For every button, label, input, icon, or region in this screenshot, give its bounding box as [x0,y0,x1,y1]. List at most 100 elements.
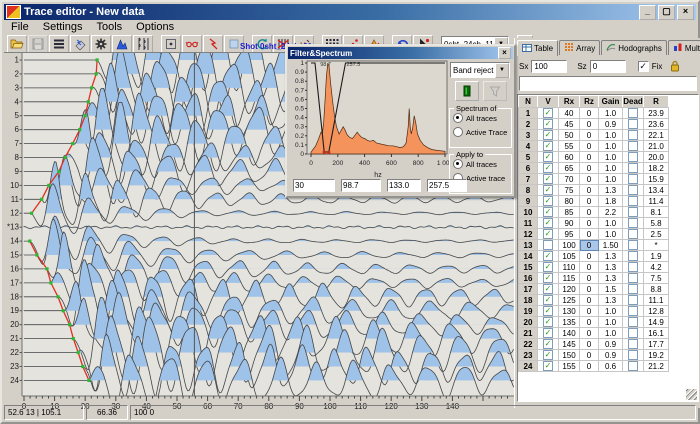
cell-dead[interactable] [623,196,644,207]
pick-marker[interactable] [62,309,65,312]
v-checkbox[interactable]: ✓ [543,339,553,349]
cell-rx[interactable]: 140 [559,328,580,339]
cell-n[interactable]: 1 [519,108,538,119]
dead-checkbox[interactable] [628,328,638,338]
column-header-rz[interactable]: Rz [580,96,599,108]
cell-v[interactable]: ✓ [538,317,559,328]
cell-rx[interactable]: 90 [559,218,580,229]
cell-rx[interactable]: 40 [559,108,580,119]
dead-checkbox[interactable] [628,152,638,162]
cell-rz[interactable]: 0 [580,317,599,328]
v-checkbox[interactable]: ✓ [543,218,553,228]
pick-marker[interactable] [71,142,74,145]
pick-settings-button[interactable] [91,35,111,54]
band-edge-marker[interactable] [327,151,330,154]
v-checkbox[interactable]: ✓ [543,295,553,305]
cell-n[interactable]: 16 [519,273,538,284]
cell-rx[interactable]: 105 [559,251,580,262]
column-header-n[interactable]: N [519,96,538,108]
pick-marker[interactable] [47,184,50,187]
cell-rz[interactable]: 0 [580,152,599,163]
cell-rz[interactable]: 0 [580,141,599,152]
sz-input[interactable] [590,60,626,73]
dead-checkbox[interactable] [628,174,638,184]
dead-checkbox[interactable] [628,119,638,129]
dialog-close-icon[interactable]: × [498,47,511,59]
cell-n[interactable]: 14 [519,251,538,262]
cell-rz[interactable]: 0 [580,350,599,361]
trace-display-button[interactable] [49,35,69,54]
cell-r[interactable]: 1.9 [644,251,669,262]
cell-rz[interactable]: 0 [580,273,599,284]
menu-tools[interactable]: Tools [89,21,129,33]
tab-array[interactable]: Array [559,40,600,55]
cell-gain[interactable]: 1.0 [599,130,623,141]
dead-checkbox[interactable] [628,196,638,206]
cell-rz[interactable]: 0 [580,196,599,207]
cell-n[interactable]: 20 [519,317,538,328]
pick-marker[interactable] [84,114,87,117]
tab-hodographs[interactable]: Hodographs [601,40,667,55]
cell-n[interactable]: 18 [519,295,538,306]
cell-gain[interactable]: 0.9 [599,339,623,350]
cell-gain[interactable]: 0.9 [599,119,623,130]
v-checkbox[interactable]: ✓ [543,163,553,173]
pick-marker[interactable] [63,156,66,159]
cell-rz[interactable]: 0 [580,262,599,273]
cell-n[interactable]: 10 [519,207,538,218]
filter-type-select[interactable]: Band reject ▼ [450,62,510,78]
dead-checkbox[interactable] [628,317,638,327]
cell-rx[interactable]: 125 [559,295,580,306]
cell-rz[interactable]: 0 [580,207,599,218]
cell-rx[interactable]: 70 [559,174,580,185]
cell-rx[interactable]: 50 [559,130,580,141]
cell-dead[interactable] [623,361,644,372]
maximize-button[interactable]: ▢ [658,5,675,20]
v-checkbox[interactable]: ✓ [543,273,553,283]
cell-rz[interactable]: 0 [580,218,599,229]
cell-r[interactable]: 15.9 [644,174,669,185]
cell-v[interactable]: ✓ [538,119,559,130]
cell-rz[interactable]: 0 [580,130,599,141]
cell-r[interactable]: 21.0 [644,141,669,152]
pick-marker[interactable] [95,72,98,75]
cell-v[interactable]: ✓ [538,207,559,218]
cell-dead[interactable] [623,240,644,251]
column-header-rx[interactable]: Rx [559,96,580,108]
pick-marker[interactable] [35,253,38,256]
column-header-r[interactable]: R [644,96,669,108]
cell-n[interactable]: 5 [519,152,538,163]
pick-marker[interactable] [90,86,93,89]
cell-gain[interactable]: 1.5 [599,284,623,295]
v-checkbox[interactable]: ✓ [543,119,553,129]
cell-v[interactable]: ✓ [538,196,559,207]
dead-checkbox[interactable] [628,141,638,151]
cell-v[interactable]: ✓ [538,251,559,262]
cell-dead[interactable] [623,251,644,262]
center-box-button[interactable] [161,35,181,54]
cell-n[interactable]: 21 [519,328,538,339]
v-checkbox[interactable]: ✓ [543,174,553,184]
cell-r[interactable]: 7.5 [644,273,669,284]
cell-dead[interactable] [623,119,644,130]
dead-checkbox[interactable] [628,361,638,371]
v-checkbox[interactable]: ✓ [543,196,553,206]
pick-mode-button[interactable] [203,35,223,54]
band-edge-marker[interactable] [323,151,326,154]
cell-r[interactable]: 12.8 [644,306,669,317]
cell-r[interactable]: 18.2 [644,163,669,174]
column-header-gain[interactable]: Gain [599,96,623,108]
cell-n[interactable]: 15 [519,262,538,273]
cell-v[interactable]: ✓ [538,328,559,339]
cell-gain[interactable]: 1.0 [599,317,623,328]
cell-r[interactable]: 11.4 [644,196,669,207]
cell-dead[interactable] [623,174,644,185]
cell-n[interactable]: 2 [519,119,538,130]
cell-rx[interactable]: 65 [559,163,580,174]
cell-rz[interactable]: 0 [580,185,599,196]
cell-n[interactable]: 11 [519,218,538,229]
pick-marker[interactable] [45,267,48,270]
cell-rz[interactable]: 0 [580,163,599,174]
cell-v[interactable]: ✓ [538,108,559,119]
cell-rx[interactable]: 120 [559,284,580,295]
